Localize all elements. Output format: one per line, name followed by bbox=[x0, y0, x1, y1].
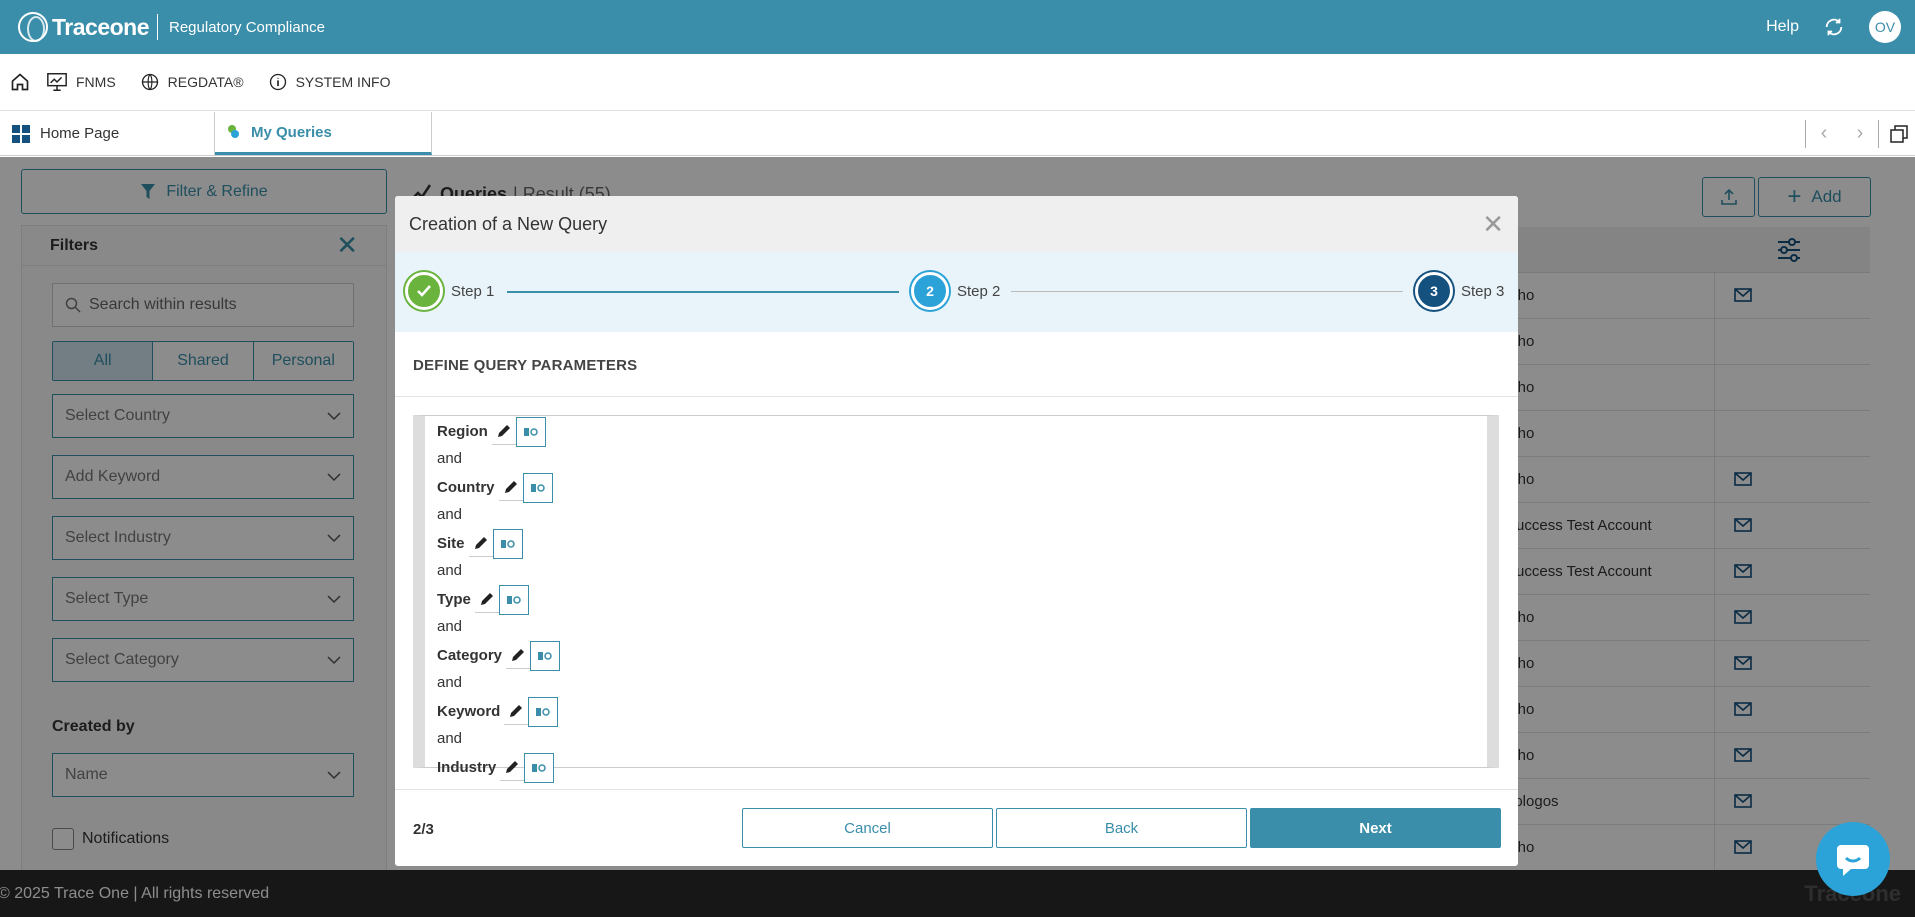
chat-button[interactable] bbox=[1816, 822, 1890, 896]
parameter-label: Region bbox=[437, 423, 488, 440]
divider bbox=[395, 396, 1518, 397]
toggle-icon[interactable] bbox=[530, 640, 561, 671]
edit-pencil-icon[interactable] bbox=[500, 755, 525, 781]
parameter-row: Region bbox=[437, 416, 560, 447]
check-icon bbox=[405, 272, 443, 310]
edit-pencil-icon[interactable] bbox=[504, 699, 529, 725]
logo-text: Traceone bbox=[52, 13, 150, 40]
connector-text: and bbox=[437, 618, 463, 635]
parameter-list: Region and Country and Site and Type and Categor… bbox=[437, 416, 561, 783]
tab-home-page-label: Home Page bbox=[40, 125, 120, 142]
top-bar: Traceone Regulatory Compliance Help OV bbox=[0, 0, 1915, 54]
step-pager: 2/3 bbox=[413, 821, 434, 838]
toggle-icon[interactable] bbox=[492, 528, 523, 559]
create-query-modal: Creation of a New Query ✕ Step 1 2 Step … bbox=[395, 196, 1518, 866]
edit-pencil-icon[interactable] bbox=[506, 643, 531, 669]
query-parameters-box: Region and Country and Site and Type and Categor… bbox=[413, 415, 1499, 783]
toggle-icon[interactable] bbox=[498, 584, 529, 615]
connector-text: and bbox=[437, 450, 463, 467]
step-3-number: 3 bbox=[1415, 272, 1453, 310]
step-1: Step 1 bbox=[405, 272, 494, 310]
nav-system-info[interactable]: SYSTEM INFO bbox=[268, 72, 391, 92]
close-icon[interactable]: ✕ bbox=[1482, 209, 1504, 240]
cancel-button[interactable]: Cancel bbox=[742, 808, 993, 848]
logo-divider bbox=[157, 14, 158, 40]
step-1-label: Step 1 bbox=[451, 282, 495, 300]
parameter-row: Country bbox=[437, 472, 560, 503]
parameter-label: Category bbox=[437, 647, 503, 664]
modal-title: Creation of a New Query bbox=[409, 213, 608, 234]
divider bbox=[395, 789, 1518, 790]
connector-text: and bbox=[437, 674, 463, 691]
parameter-row: Keyword bbox=[437, 696, 560, 727]
step-2-label: Step 2 bbox=[957, 282, 1001, 300]
step-2-number: 2 bbox=[911, 272, 949, 310]
toggle-icon[interactable] bbox=[522, 472, 553, 503]
chat-icon bbox=[1837, 845, 1869, 876]
parameter-label: Site bbox=[437, 535, 465, 552]
parameter-label: Country bbox=[437, 479, 495, 496]
toggle-icon[interactable] bbox=[528, 696, 559, 727]
edit-pencil-icon[interactable] bbox=[474, 587, 499, 613]
toggle-icon[interactable] bbox=[515, 416, 546, 447]
connector-text: and bbox=[437, 730, 463, 747]
globe-icon bbox=[141, 73, 158, 91]
home-icon[interactable] bbox=[10, 72, 30, 92]
refresh-icon[interactable] bbox=[1823, 16, 1845, 38]
info-icon bbox=[269, 73, 286, 91]
next-button[interactable]: Next bbox=[1250, 808, 1501, 848]
grid-icon bbox=[12, 124, 30, 143]
traceone-logo[interactable]: Traceone Regulatory Compliance bbox=[18, 12, 325, 42]
tab-my-queries[interactable]: My Queries bbox=[215, 112, 432, 155]
queries-icon bbox=[228, 125, 239, 138]
nav-regdata-label: REGDATA® bbox=[167, 74, 244, 90]
presentation-chart-icon bbox=[47, 73, 67, 91]
parameter-row: Category bbox=[437, 640, 561, 671]
step-3-label: Step 3 bbox=[1461, 282, 1505, 300]
tab-my-queries-label: My Queries bbox=[251, 123, 332, 141]
section-title: DEFINE QUERY PARAMETERS bbox=[413, 357, 638, 374]
module-nav: FNMS REGDATA® SYSTEM INFO bbox=[0, 54, 1915, 111]
help-link[interactable]: Help bbox=[1766, 18, 1799, 36]
step-connector bbox=[507, 291, 899, 293]
tab-home-page[interactable]: Home Page bbox=[0, 112, 215, 155]
nav-fnms[interactable]: FNMS bbox=[46, 71, 116, 93]
step-2: 2 Step 2 bbox=[911, 272, 1000, 310]
toggle-icon[interactable] bbox=[524, 752, 555, 783]
nav-regdata[interactable]: REGDATA® bbox=[140, 72, 244, 92]
edit-pencil-icon[interactable] bbox=[498, 475, 523, 501]
step-3: 3 Step 3 bbox=[1415, 272, 1504, 310]
step-connector bbox=[1011, 291, 1403, 292]
app-name: Regulatory Compliance bbox=[169, 18, 325, 36]
nav-fnms-label: FNMS bbox=[76, 74, 116, 90]
chevron-left-icon[interactable]: ‹ bbox=[1806, 122, 1842, 145]
parameter-label: Type bbox=[437, 591, 471, 608]
parameter-row: Site bbox=[437, 528, 560, 559]
chevron-right-icon[interactable]: › bbox=[1842, 122, 1878, 145]
tab-bar: Home Page My Queries ‹ › bbox=[0, 112, 1915, 156]
parameter-row: Industry bbox=[437, 752, 560, 783]
connector-text: and bbox=[437, 506, 463, 523]
parameter-label: Keyword bbox=[437, 703, 501, 720]
nav-system-info-label: SYSTEM INFO bbox=[295, 74, 391, 90]
parameter-row: Type bbox=[437, 584, 560, 615]
edit-pencil-icon[interactable] bbox=[491, 419, 516, 445]
parameter-label: Industry bbox=[437, 759, 497, 776]
avatar[interactable]: OV bbox=[1869, 11, 1901, 43]
connector-text: and bbox=[437, 562, 463, 579]
back-button[interactable]: Back bbox=[996, 808, 1247, 848]
stepper: Step 1 2 Step 2 3 Step 3 bbox=[395, 252, 1518, 332]
traceone-logo-icon bbox=[18, 12, 48, 42]
windows-icon[interactable] bbox=[1889, 124, 1909, 144]
edit-pencil-icon[interactable] bbox=[468, 531, 493, 557]
tab-divider bbox=[1878, 119, 1879, 148]
